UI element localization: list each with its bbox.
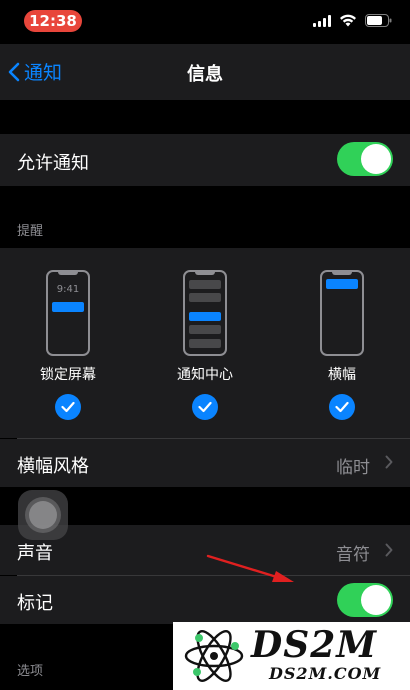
notification-bar [52, 302, 84, 312]
checkmark-icon[interactable] [55, 394, 81, 420]
alert-option-label: 横幅 [328, 367, 356, 383]
badges-toggle[interactable] [337, 583, 393, 617]
status-icons [313, 14, 392, 27]
badges-label: 标记 [17, 593, 53, 614]
lock-screen-time: 9:41 [56, 284, 80, 295]
page-title: 信息 [187, 64, 223, 85]
section-gap [0, 186, 410, 248]
alert-option-label: 通知中心 [177, 367, 233, 383]
alert-option-banners[interactable]: 横幅 [282, 248, 402, 438]
navigation-bar: 通知 信息 [0, 44, 410, 100]
alerts-section-header: 提醒 [17, 224, 44, 239]
watermark-main-text: DS2M [251, 624, 378, 666]
checkmark-icon[interactable] [192, 394, 218, 420]
annotation-arrow-icon [206, 554, 294, 582]
chevron-right-icon [385, 543, 393, 557]
sounds-label: 声音 [17, 543, 53, 564]
atom-logo-icon [184, 630, 244, 682]
notification-center-phone-icon [183, 270, 227, 356]
cellular-signal-icon [313, 14, 331, 27]
lock-screen-phone-icon: 9:41 [46, 270, 90, 356]
allow-notifications-label: 允许通知 [17, 153, 89, 174]
toggle-knob [361, 585, 391, 615]
notification-bar [326, 279, 358, 289]
alert-option-lock-screen[interactable]: 9:41 锁定屏幕 [8, 248, 128, 438]
notification-bar [189, 312, 221, 321]
chevron-right-icon [385, 455, 393, 469]
sounds-value: 音符 [336, 545, 370, 565]
allow-notifications-row: 允许通知 [0, 134, 410, 186]
banner-style-value: 临时 [336, 458, 370, 478]
options-section-header: 选项 [17, 664, 44, 679]
notification-bar [189, 293, 221, 302]
toggle-knob [361, 144, 391, 174]
alert-option-label: 锁定屏幕 [40, 367, 96, 383]
banners-phone-icon [320, 270, 364, 356]
status-bar: 12:38 [0, 0, 410, 44]
notification-bar [189, 339, 221, 348]
allow-notifications-toggle[interactable] [337, 142, 393, 176]
banner-style-row[interactable]: 横幅风格 临时 [0, 439, 410, 487]
notification-bar [189, 280, 221, 289]
assistive-touch-button[interactable] [18, 490, 68, 540]
battery-icon [365, 14, 392, 27]
section-gap [0, 100, 410, 134]
watermark-sub-text: DS2M.COM [269, 664, 382, 683]
watermark: DS2M DS2M.COM [173, 622, 410, 690]
alerts-panel: 9:41 锁定屏幕 通知中心 横幅 [0, 248, 410, 438]
alert-option-notification-center[interactable]: 通知中心 [145, 248, 265, 438]
notification-bar [189, 325, 221, 334]
wifi-icon [339, 14, 357, 27]
checkmark-icon[interactable] [329, 394, 355, 420]
banner-style-label: 横幅风格 [17, 456, 89, 477]
status-time[interactable]: 12:38 [24, 10, 82, 32]
